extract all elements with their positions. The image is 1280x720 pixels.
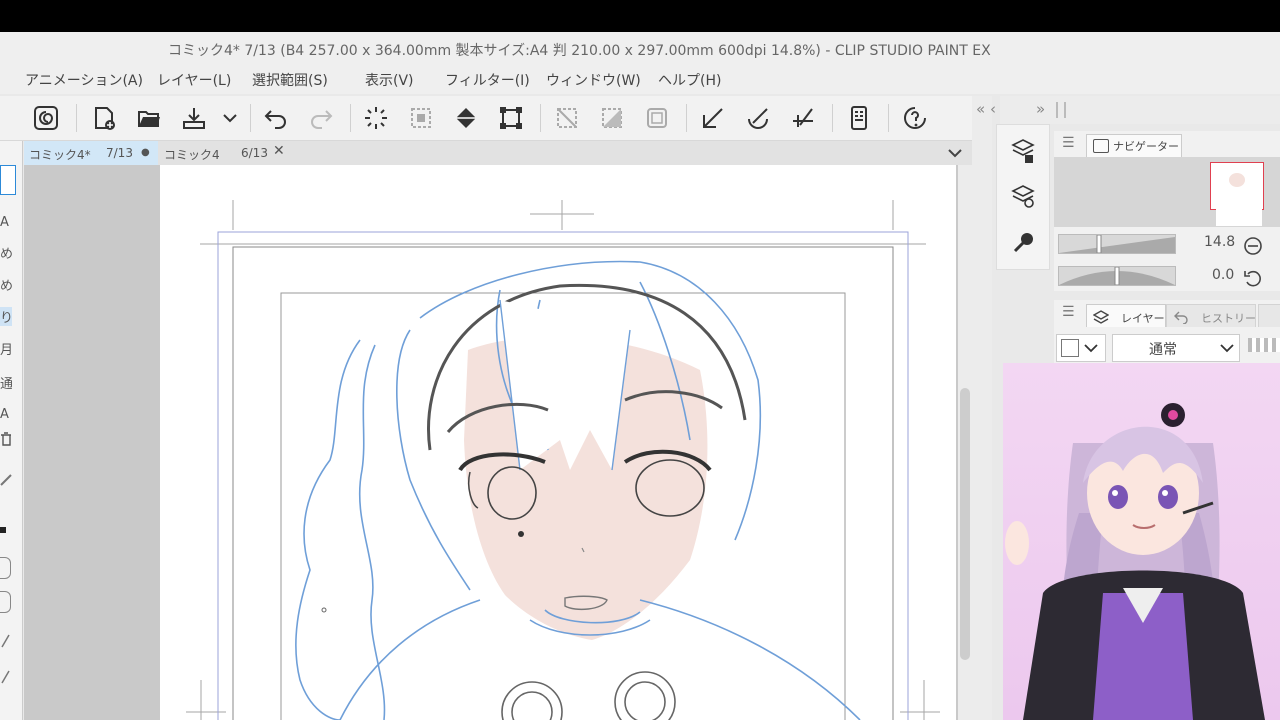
modified-dot-icon: ● (141, 147, 150, 158)
redo-icon[interactable] (305, 102, 337, 134)
brush-icon[interactable] (1009, 229, 1037, 257)
tab-page: 6/13 (241, 146, 268, 160)
tool-glyph[interactable]: A (0, 215, 12, 230)
layer-panel: ☰ レイヤー ヒストリー 通常 (1054, 300, 1280, 364)
menu-bar: アニメーション(A) レイヤー(L) 選択範囲(S) 表示(V) フィルター(I… (0, 66, 1280, 94)
history-tab-label: ヒストリー (1201, 312, 1256, 325)
panel-menu-icon[interactable]: ☰ (1062, 304, 1075, 320)
save-icon[interactable] (178, 102, 210, 134)
show-selection-icon[interactable] (641, 102, 673, 134)
tool-glyph[interactable]: め (0, 275, 12, 294)
tab-komikku4[interactable]: コミック4 6/13 ✕ (159, 141, 289, 165)
thumbnail-face (1229, 173, 1245, 187)
panel-grip[interactable] (1056, 102, 1066, 118)
chevron-down-icon[interactable] (946, 145, 964, 161)
menu-animation[interactable]: アニメーション(A) (25, 70, 143, 90)
rotation-value: 0.0 (1212, 267, 1235, 283)
scrollbar-thumb[interactable] (960, 388, 970, 660)
tablet-icon[interactable] (843, 102, 875, 134)
panel-dock-header: « ‹ » (976, 96, 1280, 124)
ruler-pen-icon[interactable] (697, 102, 729, 134)
color-box (1061, 339, 1079, 357)
tab-layer[interactable]: レイヤー (1086, 304, 1166, 327)
tab-navigator[interactable]: ナビゲーター (1086, 134, 1182, 157)
document-tab-bar: コミック4* 7/13 ● コミック4 6/13 ✕ (24, 141, 972, 165)
character-avatar-overlay (1003, 363, 1280, 720)
drawing-canvas[interactable] (160, 165, 956, 720)
menu-filter[interactable]: フィルター(I) (445, 70, 530, 90)
rotation-slider[interactable] (1058, 266, 1176, 286)
transform-icon[interactable] (495, 102, 527, 134)
tool-palette-strip: A め め り 月 通 A (0, 141, 23, 720)
zoom-slider[interactable] (1058, 234, 1176, 254)
reset-rotation-icon[interactable] (1243, 268, 1263, 288)
layer-property-icon[interactable] (1009, 137, 1037, 165)
expand-right-icon[interactable]: » (1036, 100, 1045, 118)
layer-tab-label: レイヤー (1121, 312, 1165, 325)
zoom-value: 14.8 (1204, 234, 1236, 250)
blend-mode-select[interactable]: 通常 (1112, 334, 1240, 362)
blend-mode-value: 通常 (1149, 342, 1177, 358)
clip-studio-icon[interactable] (30, 102, 62, 134)
open-folder-icon[interactable] (133, 102, 165, 134)
command-bar (0, 96, 972, 141)
menu-window[interactable]: ウィンドウ(W) (546, 70, 641, 90)
navigator-view-frame[interactable] (1210, 162, 1264, 210)
layer-color-dropdown[interactable] (1056, 334, 1106, 362)
fill-icon[interactable] (450, 102, 482, 134)
menu-view[interactable]: 表示(V) (365, 70, 414, 90)
window-title-bar: コミック4* 7/13 (B4 257.00 x 364.00mm 製本サイズ:… (0, 32, 1280, 66)
ruler-brush-icon[interactable] (742, 102, 774, 134)
zoom-out-icon[interactable] (1243, 236, 1263, 256)
tool-glyph[interactable]: り (0, 307, 12, 326)
ruler-line-icon[interactable] (787, 102, 819, 134)
tool-glyph[interactable]: 月 (0, 339, 12, 358)
invert-selection-icon[interactable] (596, 102, 628, 134)
tab-title: コミック4* (29, 148, 91, 162)
tab-history[interactable]: ヒストリー (1166, 304, 1256, 327)
tab-more[interactable] (1258, 304, 1280, 327)
layer-command-bar (996, 124, 1050, 270)
menu-help[interactable]: ヘルプ(H) (658, 70, 721, 90)
panel-splitter[interactable] (972, 96, 992, 720)
tool-glyph[interactable]: A (0, 407, 12, 422)
tab-title: コミック4 (164, 148, 220, 162)
loading-spinner-icon[interactable] (360, 102, 392, 134)
undo-icon[interactable] (260, 102, 292, 134)
tool-option-icon[interactable] (0, 557, 11, 579)
close-icon[interactable]: ✕ (273, 143, 285, 159)
save-dropdown-icon[interactable] (214, 102, 246, 134)
tab-komikku4-active[interactable]: コミック4* 7/13 ● (24, 141, 158, 165)
layers-icon (1092, 309, 1110, 324)
pen-icon[interactable] (0, 471, 12, 486)
panel-menu-icon[interactable]: ☰ (1062, 135, 1075, 151)
navigator-thumbnail (1216, 208, 1262, 226)
history-icon (1173, 309, 1189, 325)
menu-selection[interactable]: 選択範囲(S) (252, 70, 328, 90)
tool-option-icon[interactable] (0, 591, 11, 613)
layer-search-icon[interactable] (1009, 183, 1037, 211)
navigator-tab-label: ナビゲーター (1113, 140, 1179, 153)
trash-icon[interactable] (0, 431, 12, 447)
tool-glyph[interactable]: め (0, 243, 12, 262)
deselect-icon[interactable] (551, 102, 583, 134)
slash-icon[interactable] (0, 667, 10, 687)
navigator-icon (1093, 139, 1109, 153)
collapse-left-icon[interactable]: « ‹ (976, 100, 996, 118)
tool-glyph[interactable]: 通 (0, 373, 12, 392)
slash-icon[interactable] (0, 631, 10, 651)
window-title: コミック4* 7/13 (B4 257.00 x 364.00mm 製本サイズ:… (168, 43, 991, 59)
tab-page: 7/13 (106, 146, 133, 160)
help-icon[interactable] (899, 102, 931, 134)
tool-slot-selected[interactable] (0, 165, 16, 195)
color-swatch[interactable] (0, 527, 6, 533)
clear-selection-icon[interactable] (405, 102, 437, 134)
new-file-icon[interactable] (88, 102, 120, 134)
screen-top-bar (0, 0, 1280, 32)
menu-layer[interactable]: レイヤー(L) (157, 70, 231, 90)
opacity-checker[interactable] (1248, 338, 1280, 352)
